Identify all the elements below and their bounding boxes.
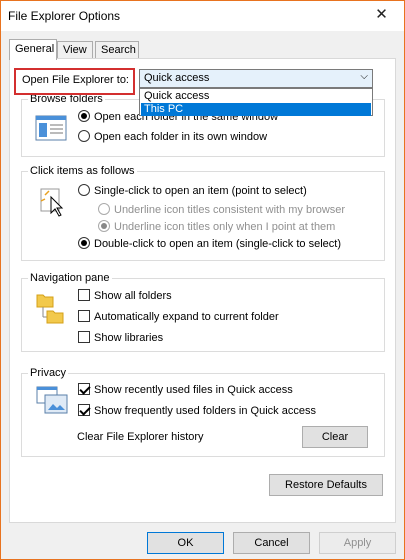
window-title: File Explorer Options (8, 9, 121, 23)
radio-underline-point[interactable]: Underline icon titles only when I point … (98, 220, 335, 236)
radio-label: Single-click to open an item (point to s… (94, 185, 307, 197)
cancel-button[interactable]: Cancel (233, 532, 310, 554)
click-items-title: Click items as follows (28, 165, 137, 177)
clear-button[interactable]: Clear (302, 426, 368, 448)
navigation-pane-title: Navigation pane (28, 272, 112, 284)
checkbox[interactable] (78, 289, 90, 301)
checkbox-auto-expand[interactable]: Automatically expand to current folder (78, 310, 279, 326)
checkbox[interactable] (78, 331, 90, 343)
tab-general[interactable]: General (9, 39, 57, 60)
radio-label: Underline icon titles consistent with my… (114, 204, 346, 216)
checkbox-label: Automatically expand to current folder (94, 311, 279, 323)
privacy-history-icon (36, 386, 68, 414)
checkbox-label: Show libraries (94, 332, 164, 344)
checkbox-label: Show recently used files in Quick access (94, 384, 293, 396)
window-folder-icon (35, 115, 67, 141)
checkbox-label: Show all folders (94, 290, 172, 302)
dropdown-option-this-pc[interactable]: This PC (141, 103, 371, 116)
clear-history-label: Clear File Explorer history (77, 431, 204, 443)
radio-button[interactable] (78, 237, 90, 249)
radio-button[interactable] (78, 130, 90, 142)
radio-underline-browser[interactable]: Underline icon titles consistent with my… (98, 203, 345, 219)
radio-own-window[interactable]: Open each folder in its own window (78, 130, 267, 146)
pointer-click-icon (40, 188, 64, 217)
open-explorer-dropdown[interactable]: Quick access ⌵ (139, 69, 373, 88)
tab-view[interactable]: View (57, 41, 93, 59)
radio-button[interactable] (98, 220, 110, 232)
checkbox[interactable] (78, 310, 90, 322)
checkbox[interactable] (78, 383, 90, 395)
checkbox[interactable] (78, 404, 90, 416)
checkbox-frequent-folders[interactable]: Show frequently used folders in Quick ac… (78, 404, 316, 420)
title-bar[interactable]: File Explorer Options ✕ (1, 1, 404, 31)
open-explorer-label: Open File Explorer to: (22, 74, 129, 86)
close-icon[interactable]: ✕ (359, 1, 404, 31)
radio-double-click[interactable]: Double-click to open an item (single-cli… (78, 237, 341, 253)
radio-button[interactable] (98, 203, 110, 215)
restore-defaults-button[interactable]: Restore Defaults (269, 474, 383, 496)
privacy-title: Privacy (28, 367, 69, 379)
checkbox-label: Show frequently used folders in Quick ac… (94, 405, 316, 417)
file-explorer-options-window: File Explorer Options ✕ General View Sea… (0, 0, 405, 560)
radio-button[interactable] (78, 110, 90, 122)
checkbox-recent-files[interactable]: Show recently used files in Quick access (78, 383, 293, 399)
radio-label: Open each folder in its own window (94, 131, 268, 143)
chevron-down-icon[interactable]: ⌵ (360, 71, 368, 82)
tab-search[interactable]: Search (95, 41, 139, 59)
dropdown-option-quick-access[interactable]: Quick access (141, 90, 371, 103)
radio-label: Double-click to open an item (single-cli… (94, 238, 341, 250)
radio-label: Underline icon titles only when I point … (114, 221, 336, 233)
apply-button[interactable]: Apply (319, 532, 396, 554)
dropdown-value: Quick access (144, 72, 210, 84)
ok-button[interactable]: OK (147, 532, 224, 554)
folder-tree-icon (36, 294, 64, 324)
checkbox-show-all-folders[interactable]: Show all folders (78, 289, 172, 305)
checkbox-show-libraries[interactable]: Show libraries (78, 331, 163, 347)
dropdown-list: Quick access This PC (139, 88, 373, 116)
radio-button[interactable] (78, 184, 90, 196)
radio-single-click[interactable]: Single-click to open an item (point to s… (78, 184, 307, 200)
